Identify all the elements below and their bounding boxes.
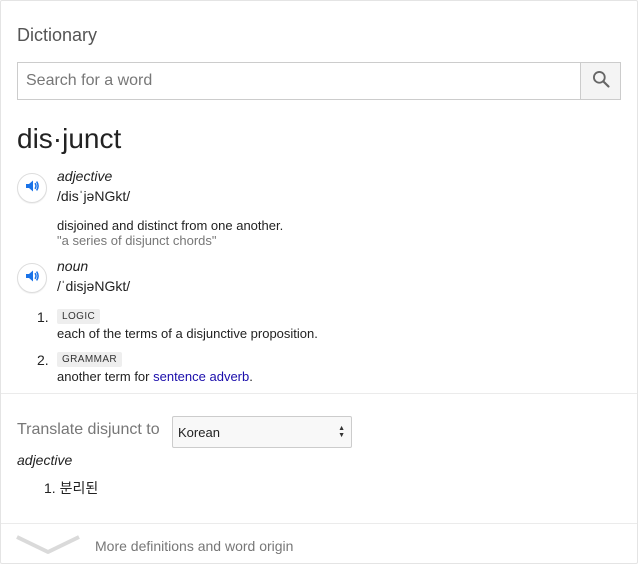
definition-number: 2. (37, 352, 49, 368)
example-sentence: "a series of disjunct chords" (57, 233, 217, 248)
dictionary-card: Dictionary dis·junct adjective /disˈjəNG… (0, 0, 638, 564)
definition-number: 1. (37, 309, 49, 325)
speaker-icon (24, 268, 40, 289)
section-divider (1, 393, 637, 394)
search-icon (591, 69, 611, 94)
search-input[interactable] (18, 63, 580, 99)
definition: disjoined and distinct from one another. (57, 218, 284, 233)
pronunciation: /ˈdisjəNGkt/ (57, 278, 131, 294)
pronounce-adjective-button[interactable] (17, 173, 47, 203)
more-definitions-link[interactable]: More definitions and word origin (95, 538, 293, 554)
sentence-adverb-link[interactable]: sentence adverb (153, 369, 249, 384)
definition-text: another term for (57, 369, 154, 384)
definition: each of the terms of a disjunctive propo… (57, 326, 318, 341)
card-title: Dictionary (17, 25, 98, 45)
selected-language: Korean (178, 424, 220, 440)
definition: another term for sentence adverb. (57, 369, 253, 384)
translate-label: Translate disjunct to (17, 421, 160, 438)
translation-part-of-speech: adjective (17, 452, 73, 468)
footer-divider (1, 523, 637, 524)
subject-tag: GRAMMAR (57, 352, 123, 367)
chevron-down-icon[interactable] (15, 533, 81, 560)
search-button[interactable] (580, 63, 620, 99)
part-of-speech: adjective (57, 168, 113, 184)
translation-text: 분리된 (59, 480, 99, 496)
translation-result: 1. 분리된 (44, 478, 98, 498)
definition-text-suffix: . (249, 369, 253, 384)
subject-tag: LOGIC (57, 309, 101, 324)
select-arrows-icon: ▲ ▼ (338, 425, 345, 439)
translation-number: 1. (44, 480, 56, 496)
pronounce-noun-button[interactable] (17, 263, 47, 293)
language-select[interactable]: Korean ▲ ▼ (172, 416, 352, 448)
part-of-speech: noun (57, 258, 89, 274)
headword: dis·junct (17, 123, 122, 154)
search-box (17, 62, 621, 100)
speaker-icon (24, 178, 40, 199)
pronunciation: /disˈjəNGkt/ (57, 188, 131, 204)
